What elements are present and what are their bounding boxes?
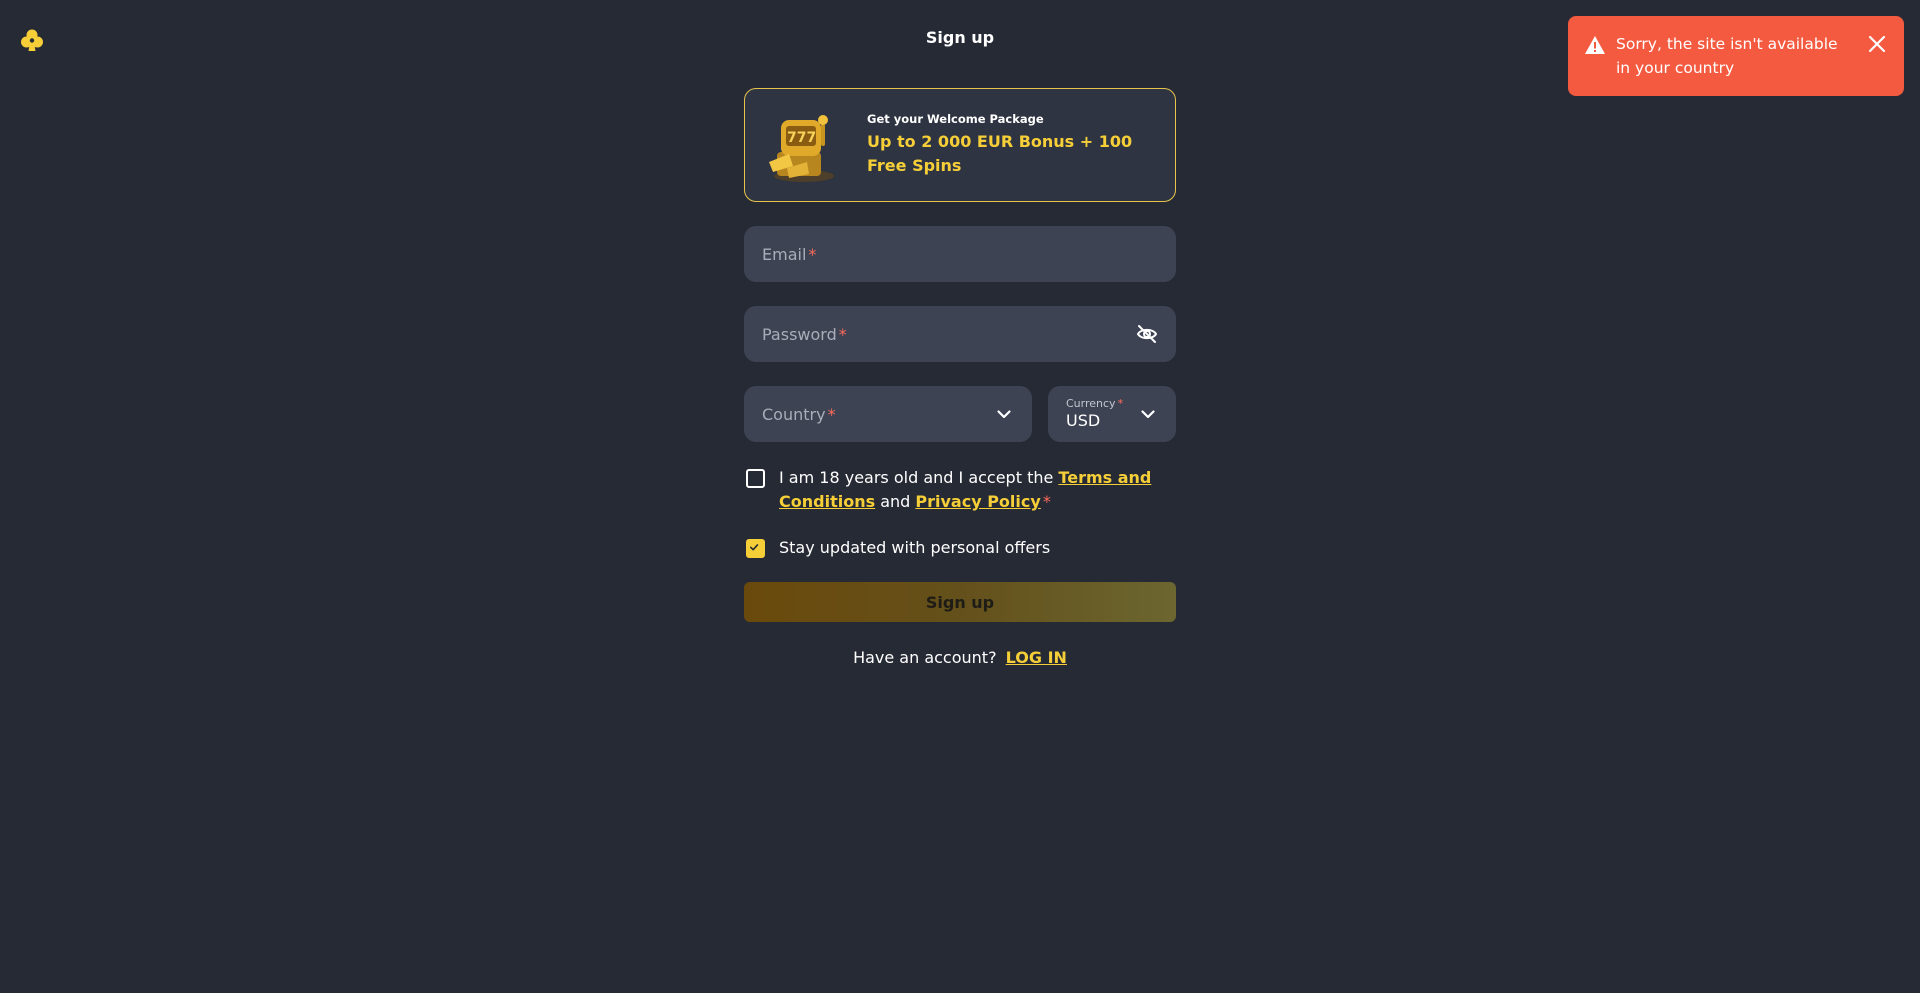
login-link[interactable]: LOG IN (1006, 648, 1067, 667)
email-label: Email (762, 244, 807, 264)
country-select[interactable]: Country * (744, 386, 1032, 442)
terms-row: I am 18 years old and I accept the Terms… (744, 466, 1176, 514)
promo-text: Get your Welcome Package Up to 2 000 EUR… (867, 112, 1147, 178)
required-mark: * (838, 324, 847, 344)
promo-offer: Up to 2 000 EUR Bonus + 100 Free Spins (867, 132, 1133, 175)
error-toast: Sorry, the site isn't available in your … (1568, 16, 1904, 96)
offers-row: Stay updated with personal offers (744, 536, 1176, 560)
chevron-down-icon (996, 406, 1012, 422)
currency-value: USD (1066, 411, 1101, 430)
currency-select[interactable]: Currency * USD (1048, 386, 1176, 442)
promo-kicker: Get your Welcome Package (867, 112, 1044, 126)
password-label: Password (762, 324, 837, 344)
offers-label: Stay updated with personal offers (779, 538, 1051, 557)
login-prompt: Have an account? (853, 648, 997, 667)
email-field[interactable]: Email * (744, 226, 1176, 282)
terms-text-mid: and (875, 492, 916, 511)
terms-text-before: I am 18 years old and I accept the (779, 468, 1059, 487)
country-label: Country (762, 404, 826, 424)
required-mark: * (1042, 492, 1051, 511)
close-icon[interactable] (1866, 33, 1888, 55)
required-mark: * (808, 244, 817, 264)
login-prompt-row: Have an account? LOG IN (744, 648, 1176, 667)
signup-button[interactable]: Sign up (744, 582, 1176, 622)
currency-label-row: Currency * (1066, 397, 1123, 411)
required-mark: * (827, 404, 836, 424)
eye-off-icon[interactable] (1136, 323, 1158, 345)
terms-checkbox[interactable] (746, 469, 765, 488)
privacy-link[interactable]: Privacy Policy (915, 492, 1040, 511)
offers-checkbox[interactable] (746, 539, 765, 558)
warning-icon (1584, 34, 1606, 56)
slot-machine-icon: 777 (763, 106, 845, 184)
terms-text: I am 18 years old and I accept the Terms… (779, 466, 1159, 514)
checkmark-icon (749, 544, 759, 551)
svg-text:777: 777 (787, 130, 816, 146)
password-field[interactable]: Password * (744, 306, 1176, 362)
toast-message: Sorry, the site isn't available in your … (1616, 35, 1838, 77)
required-mark: * (1117, 397, 1124, 410)
welcome-package-banner: 777 Get your Welcome Package Up to 2 000… (744, 88, 1176, 202)
chevron-down-icon (1140, 406, 1156, 422)
country-currency-row: Country * Currency * USD (744, 386, 1176, 442)
signup-form: 777 Get your Welcome Package Up to 2 000… (744, 88, 1176, 667)
currency-label: Currency (1066, 397, 1116, 410)
